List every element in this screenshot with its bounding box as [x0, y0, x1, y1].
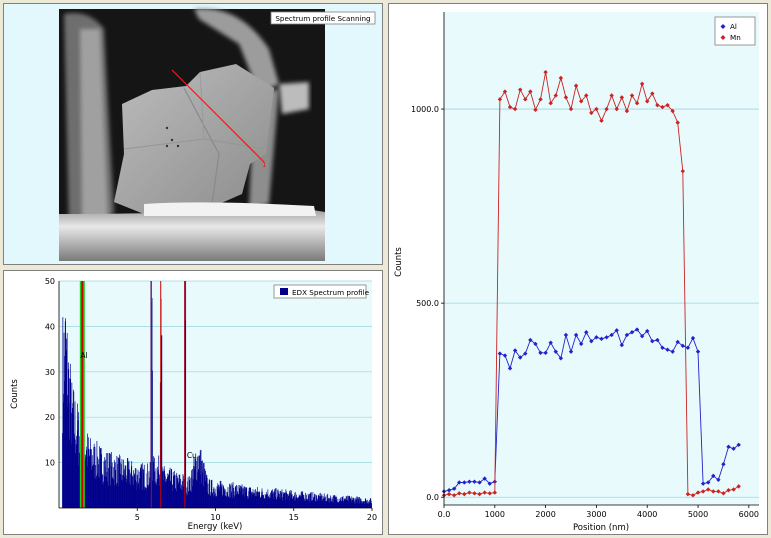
profile-x-axis-label: Position (nm): [573, 523, 629, 533]
line-profile-chart: 0.0 500.0 1000.0 0.0 1000 2000 3000 4000 5000 600…: [394, 12, 759, 533]
edx-x-tick-label: 5: [135, 513, 140, 522]
edx-x-axis-label: Energy (keV): [188, 522, 243, 532]
profile-legend: Al Mn: [714, 16, 756, 46]
profile-x-tick-label: 2000: [535, 510, 555, 519]
al-marker-line: [81, 281, 84, 508]
scan-marker-label: 1: [262, 161, 266, 169]
edx-y-tick-label: 30: [45, 368, 55, 377]
legend-al-label: Al: [730, 22, 737, 31]
edx-x-tick-label: 10: [210, 513, 220, 522]
edx-legend-label: EDX Spectrum profile: [292, 288, 370, 297]
image-legend-label: Spectrum profile Scanning: [275, 14, 370, 23]
legend-mn-label: Mn: [730, 33, 741, 42]
stem-micrograph: [59, 8, 325, 261]
profile-y-axis-label: Counts: [394, 247, 404, 277]
stem-image-svg: 1 Spectrum profile Scanning: [4, 4, 382, 264]
edx-spectrum-panel: Al Cu 10 20 30 40 50 5 10 15 20 Energy (keV) Coun…: [3, 270, 383, 535]
edx-peak-label: Cu: [187, 451, 197, 460]
edx-peak-label: Al: [80, 351, 87, 360]
edx-y-axis-label: Counts: [10, 379, 20, 409]
edx-x-tick-label: 15: [289, 513, 299, 522]
edx-legend: EDX Spectrum profile: [273, 284, 370, 299]
profile-x-tick-label: 1000: [485, 510, 505, 519]
edx-legend-swatch: [280, 288, 288, 295]
edx-spectrum-bar: [371, 503, 372, 508]
profile-plot-area: [444, 12, 759, 505]
profile-x-tick-label: 0.0: [438, 510, 451, 519]
edx-y-tick-label: 10: [45, 459, 55, 468]
image-legend: Spectrum profile Scanning: [270, 11, 376, 25]
edx-spectrum-chart: Al Cu 10 20 30 40 50 5 10 15 20 Energy (keV) Coun…: [10, 277, 377, 532]
edx-y-tick-label: 40: [45, 322, 55, 331]
profile-x-tick-label: 3000: [586, 510, 606, 519]
line-profile-panel: 0.0 500.0 1000.0 0.0 1000 2000 3000 4000 5000 600…: [388, 3, 768, 535]
edx-spectrum-bar: [185, 281, 187, 508]
edx-x-tick-label: 20: [367, 513, 377, 522]
profile-x-tick-label: 5000: [688, 510, 708, 519]
profile-y-tick-label: 1000.0: [411, 105, 439, 114]
profile-y-tick-label: 0.0: [426, 493, 439, 502]
profile-x-tick-label: 4000: [637, 510, 657, 519]
edx-y-tick-label: 20: [45, 413, 55, 422]
profile-y-tick-label: 500.0: [416, 299, 439, 308]
stem-image-panel: 1 Spectrum profile Scanning: [3, 3, 383, 265]
profile-x-tick-label: 6000: [739, 510, 759, 519]
edx-y-tick-label: 50: [45, 277, 55, 286]
